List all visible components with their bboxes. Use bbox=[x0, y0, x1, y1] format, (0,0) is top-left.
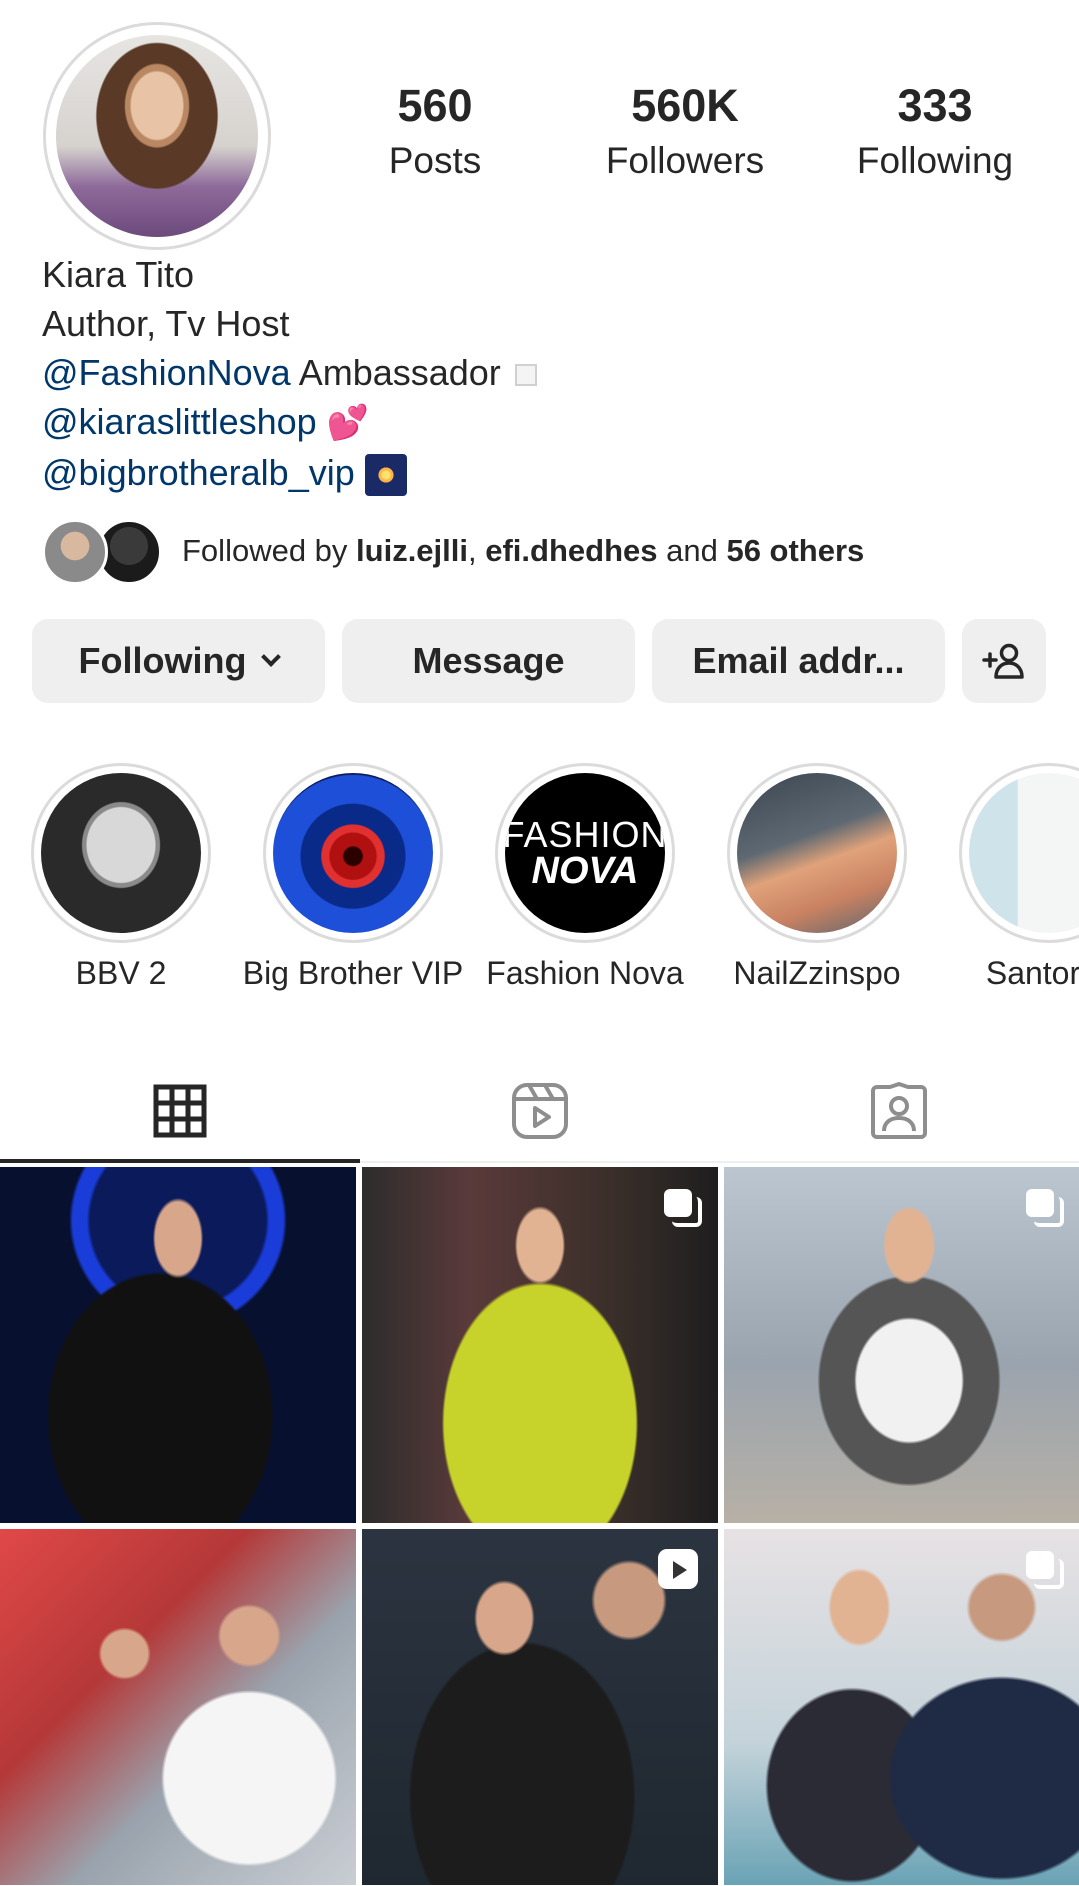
following-button-label: Following bbox=[78, 640, 247, 681]
posts-grid bbox=[0, 1167, 1079, 1885]
bio-link-fashionnova[interactable]: @FashionNova bbox=[42, 352, 291, 393]
post-thumbnail[interactable] bbox=[362, 1167, 718, 1523]
bio-line-bigbrother: @bigbrotheralb_vip bbox=[42, 448, 1042, 497]
highlight-ring bbox=[727, 763, 907, 943]
suggested-users-button[interactable] bbox=[962, 619, 1046, 703]
highlight-item[interactable]: BBV 2 bbox=[5, 763, 237, 992]
stat-followers-label: Followers bbox=[605, 139, 765, 181]
stat-following-value: 333 bbox=[897, 80, 973, 131]
post-thumbnail[interactable] bbox=[724, 1529, 1079, 1885]
highlight-item[interactable]: FASHION NOVA Fashion Nova bbox=[469, 763, 701, 992]
profile-avatar[interactable] bbox=[43, 22, 271, 250]
tab-reels[interactable] bbox=[360, 1060, 720, 1161]
post-thumbnail[interactable] bbox=[724, 1167, 1079, 1523]
followed-by-and: and bbox=[657, 533, 727, 568]
story-highlights: BBV 2 Big Brother VIP FASHION NOVA Fashi… bbox=[0, 763, 1079, 1003]
emoji-placeholder-icon bbox=[514, 364, 537, 387]
add-person-icon bbox=[982, 643, 1024, 679]
highlight-cover bbox=[273, 773, 433, 933]
post-thumbnail[interactable] bbox=[0, 1529, 356, 1885]
bio-line-category: Author, Tv Host bbox=[42, 303, 290, 344]
carousel-icon bbox=[1026, 1551, 1064, 1589]
profile-photo bbox=[56, 35, 258, 237]
highlight-cover bbox=[41, 773, 201, 933]
tagged-icon bbox=[871, 1081, 928, 1139]
message-button[interactable]: Message bbox=[342, 619, 635, 703]
bio-link-kiaraslittleshop[interactable]: @kiaraslittleshop bbox=[42, 401, 317, 442]
followed-by[interactable]: Followed by luiz.ejlli, efi.dhedhes and … bbox=[42, 515, 864, 587]
highlight-cover bbox=[737, 773, 897, 933]
reels-icon bbox=[511, 1082, 568, 1139]
profile-stats: 560 Posts 560K Followers 333 Following bbox=[310, 80, 1060, 182]
post-thumbnail[interactable] bbox=[362, 1529, 718, 1885]
followed-by-text: Followed by luiz.ejlli, efi.dhedhes and … bbox=[182, 533, 864, 569]
followed-by-user2: efi.dhedhes bbox=[485, 533, 658, 568]
stat-followers[interactable]: 560K Followers bbox=[560, 80, 810, 182]
mutual-avatar-1 bbox=[42, 519, 108, 585]
message-button-label: Message bbox=[412, 640, 565, 681]
highlight-cover bbox=[969, 773, 1079, 933]
highlight-label: Fashion Nova bbox=[486, 955, 684, 991]
chevron-down-icon bbox=[261, 647, 282, 667]
stat-posts-value: 560 bbox=[397, 80, 473, 131]
stat-following[interactable]: 333 Following bbox=[810, 80, 1060, 182]
email-button-label: Email addr... bbox=[692, 640, 905, 681]
fashion-nova-logo-line2: NOVA bbox=[531, 849, 639, 892]
bio-line-ambassador: @FashionNova Ambassador bbox=[42, 348, 1042, 397]
highlight-item[interactable]: Big Brother VIP bbox=[237, 763, 469, 992]
sparkler-emoji-icon bbox=[364, 454, 407, 497]
stat-posts-label: Posts bbox=[388, 139, 482, 181]
bio-ambassador-text: Ambassador bbox=[290, 352, 501, 393]
following-button[interactable]: Following bbox=[32, 619, 325, 703]
highlight-label: Big Brother VIP bbox=[242, 955, 464, 991]
highlight-ring bbox=[31, 763, 211, 943]
tab-tagged[interactable] bbox=[719, 1060, 1079, 1161]
followed-by-user1: luiz.ejlli bbox=[356, 533, 468, 568]
stat-posts[interactable]: 560 Posts bbox=[310, 80, 560, 182]
reel-icon bbox=[658, 1549, 698, 1589]
profile-tabs bbox=[0, 1060, 1079, 1163]
email-button[interactable]: Email addr... bbox=[652, 619, 945, 703]
post-thumbnail[interactable] bbox=[0, 1167, 356, 1523]
highlight-ring bbox=[263, 763, 443, 943]
carousel-icon bbox=[1026, 1189, 1064, 1227]
carousel-icon bbox=[664, 1189, 702, 1227]
highlight-ring: FASHION NOVA bbox=[495, 763, 675, 943]
highlight-item[interactable]: Santorini bbox=[933, 763, 1079, 992]
tab-posts[interactable] bbox=[0, 1060, 360, 1163]
fashion-nova-logo: FASHION NOVA bbox=[505, 773, 665, 933]
highlight-label: Santorini bbox=[985, 955, 1079, 991]
hearts-emoji-icon: 💕 bbox=[326, 404, 370, 442]
followed-by-others: 56 others bbox=[726, 533, 865, 568]
highlight-ring bbox=[959, 763, 1079, 943]
highlight-label: BBV 2 bbox=[75, 955, 167, 991]
highlight-item[interactable]: NailZzinspo bbox=[701, 763, 933, 992]
bio-link-bigbrotheralb[interactable]: @bigbrotheralb_vip bbox=[42, 452, 355, 493]
highlight-label: NailZzinspo bbox=[733, 955, 901, 991]
profile-name: Kiara Tito bbox=[42, 254, 195, 295]
bio-line-shop: @kiaraslittleshop 💕 bbox=[42, 397, 1042, 448]
mutual-avatars bbox=[42, 515, 162, 587]
profile-actions: Following Message Email addr... bbox=[32, 619, 1046, 703]
followed-by-prefix: Followed by bbox=[182, 533, 357, 568]
profile-bio: Kiara Tito Author, Tv Host @FashionNova … bbox=[42, 250, 1042, 497]
followed-by-sep: , bbox=[468, 533, 486, 568]
stat-followers-value: 560K bbox=[631, 80, 739, 131]
stat-following-label: Following bbox=[856, 139, 1014, 181]
grid-icon bbox=[153, 1084, 207, 1137]
